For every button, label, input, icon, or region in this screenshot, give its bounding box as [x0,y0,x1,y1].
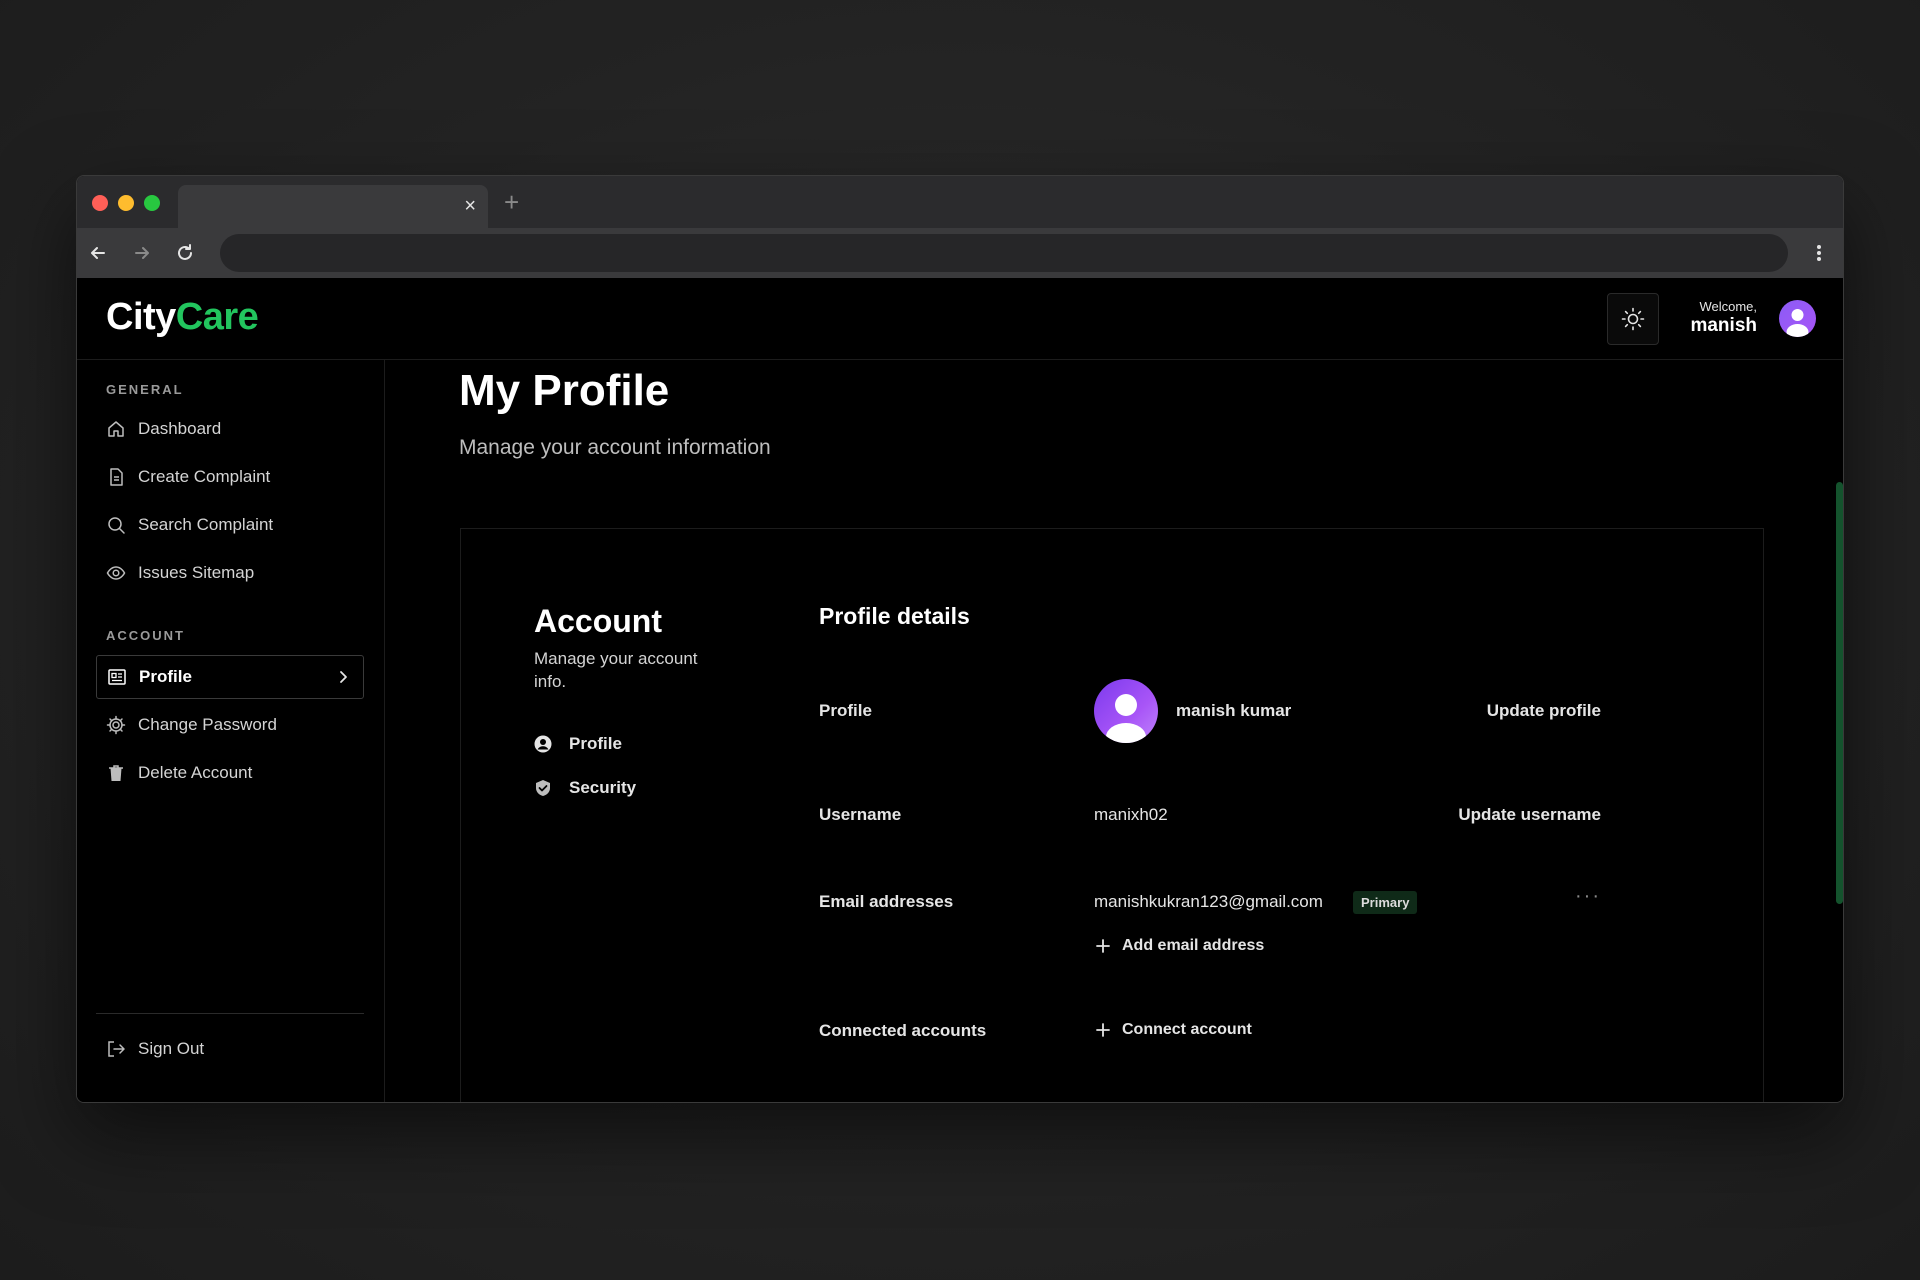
back-arrow-icon[interactable] [84,239,112,267]
sidebar-item-label: Change Password [138,715,277,734]
sidebar-item-create-complaint[interactable]: Create Complaint [106,460,270,494]
profile-avatar[interactable] [1094,679,1158,743]
browser-menu-icon[interactable] [1805,239,1833,267]
plus-icon [1096,939,1110,953]
update-profile-button[interactable]: Update profile [1461,701,1601,721]
sidebar-item-delete-account[interactable]: Delete Account [106,756,252,790]
page-scrollbar[interactable] [1835,360,1843,1102]
profile-card-icon [108,669,126,685]
sidebar-item-label: Search Complaint [138,515,274,534]
address-bar[interactable] [220,234,1788,272]
account-nav-security[interactable]: Security [534,778,636,798]
tab-close-icon[interactable]: × [464,194,476,218]
sidebar-item-profile[interactable]: Profile [96,655,364,699]
shield-icon [536,780,550,796]
email-more-options-icon[interactable]: ··· [1575,885,1601,908]
connected-accounts-label: Connected accounts [819,1021,987,1040]
account-panel-title: Account [534,603,662,639]
logo-city-text: City [106,296,176,338]
user-avatar[interactable] [1779,300,1816,337]
browser-tabbar: × + [77,176,1843,228]
sidebar-item-dashboard[interactable]: Dashboard [106,412,221,446]
sign-out-icon [108,1041,125,1057]
trash-icon [109,765,123,781]
sidebar-item-change-password[interactable]: Change Password [106,708,277,742]
sign-out-label: Sign Out [138,1039,205,1058]
user-circle-icon [534,735,552,753]
sidebar-item-label: Issues Sitemap [138,563,255,582]
browser-window: × + CityCare Welcome, manish GENERAL Das… [76,175,1844,1103]
sidebar-item-label: Dashboard [138,419,222,438]
account-panel-subtitle: Manage your account info. [534,649,698,691]
citycare-logo[interactable]: CityCare [106,296,259,339]
window-controls [92,195,160,211]
search-icon [108,517,125,534]
connect-account-button[interactable]: Connect account [1096,1021,1252,1039]
page-title: My Profile [459,366,670,415]
sun-icon [1621,307,1645,331]
account-section-label: ACCOUNT [106,628,185,643]
primary-email-badge: Primary [1353,891,1418,914]
close-window-button[interactable] [92,195,108,211]
profile-card: Account Manage your account info. Profil… [460,528,1764,1102]
update-username-button[interactable]: Update username [1401,805,1601,825]
gear-icon [106,715,126,735]
plus-icon [1096,1023,1110,1037]
sign-out-button[interactable]: Sign Out [106,1032,204,1066]
welcome-label: Welcome, [1699,299,1757,314]
sidebar-item-label: Delete Account [138,763,253,782]
account-nav-label: Security [569,778,637,797]
app-root: CityCare Welcome, manish GENERAL Dashboa… [77,278,1843,1102]
add-email-button[interactable]: Add email address [1096,937,1264,955]
welcome-block: Welcome, manish [1677,299,1757,337]
sidebar-divider [96,1013,364,1014]
connect-account-label: Connect account [1122,1021,1252,1038]
app-header: CityCare Welcome, manish [77,278,1843,360]
email-value: manishkukran123@gmail.com [1094,892,1323,911]
username-value: manixh02 [1094,805,1168,824]
theme-toggle-button[interactable] [1607,293,1659,345]
sidebar-item-issues-sitemap[interactable]: Issues Sitemap [106,556,254,590]
page-subtitle: Manage your account information [459,436,771,459]
account-nav-profile[interactable]: Profile [534,734,622,754]
username-row-label: Username [819,805,902,824]
email-row-label: Email addresses [819,892,954,911]
home-icon [108,421,124,437]
sidebar-item-label: Profile [139,667,192,686]
profile-full-name: manish kumar [1176,701,1292,720]
minimize-window-button[interactable] [118,195,134,211]
new-tab-button[interactable]: + [504,187,519,217]
sidebar-item-label: Create Complaint [138,467,271,486]
chevron-right-icon [340,671,347,683]
main-content: My Profile Manage your account informati… [386,360,1843,1102]
sidebar: GENERAL Dashboard Create Complaint Searc… [77,360,385,1102]
document-icon [110,468,123,486]
eye-icon [106,566,126,580]
add-email-label: Add email address [1122,937,1265,954]
browser-toolbar [77,228,1843,278]
account-nav-label: Profile [569,734,622,753]
browser-tab[interactable]: × [178,185,488,228]
logo-care-text: Care [175,296,259,338]
profile-row-label: Profile [819,701,872,720]
forward-arrow-icon[interactable] [128,239,156,267]
maximize-window-button[interactable] [144,195,160,211]
reload-icon[interactable] [171,239,199,267]
sidebar-item-search-complaint[interactable]: Search Complaint [106,508,273,542]
profile-details-title: Profile details [819,603,970,629]
welcome-username: manish [1690,315,1757,336]
general-section-label: GENERAL [106,382,184,397]
scrollbar-thumb[interactable] [1836,482,1843,904]
